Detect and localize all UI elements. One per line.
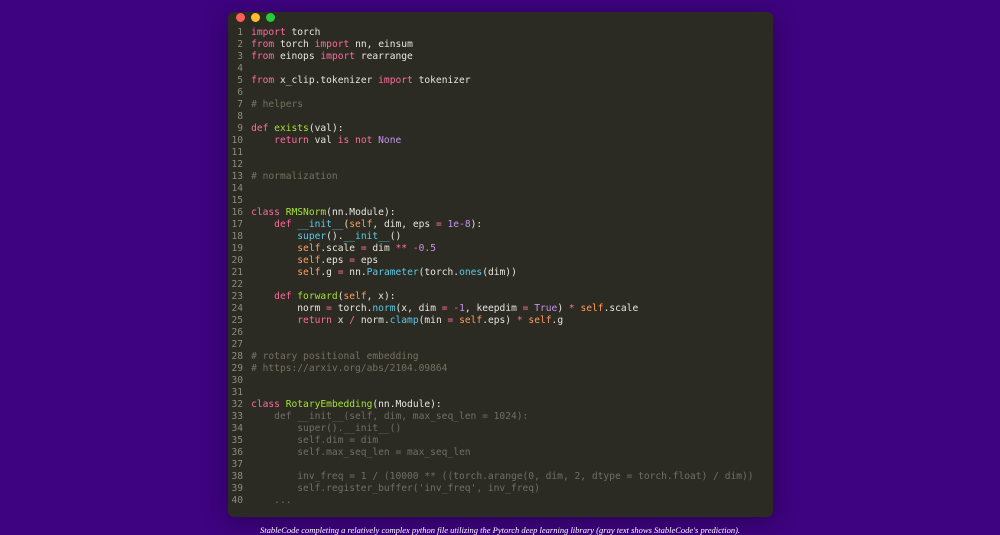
line-number: 29 [232, 363, 244, 375]
code-line [251, 63, 762, 75]
line-number: 21 [232, 267, 244, 279]
line-number: 31 [232, 387, 244, 399]
code-line: self.register_buffer('inv_freq', inv_fre… [251, 483, 762, 495]
line-number: 33 [232, 411, 244, 423]
code-line: from torch import nn, einsum [251, 39, 762, 51]
maximize-icon[interactable] [266, 13, 275, 22]
window-titlebar [228, 12, 773, 23]
line-number: 18 [232, 231, 244, 243]
code-line [251, 375, 762, 387]
line-number: 24 [232, 303, 244, 315]
line-number: 8 [232, 111, 244, 123]
line-number: 13 [232, 171, 244, 183]
line-number: 14 [232, 183, 244, 195]
line-number: 32 [232, 399, 244, 411]
line-number: 20 [232, 255, 244, 267]
code-line: super().__init__() [251, 423, 762, 435]
code-lines: import torchfrom torch import nn, einsum… [251, 27, 762, 507]
minimize-icon[interactable] [251, 13, 260, 22]
line-number: 38 [232, 471, 244, 483]
line-number: 11 [232, 147, 244, 159]
code-line [251, 87, 762, 99]
code-line: def forward(self, x): [251, 291, 762, 303]
code-line: ... [251, 495, 762, 507]
code-line [251, 387, 762, 399]
line-number: 23 [232, 291, 244, 303]
line-number: 1 [232, 27, 244, 39]
code-line: from x_clip.tokenizer import tokenizer [251, 75, 762, 87]
page-stage: 1234567891011121314151617181920212223242… [0, 0, 1000, 535]
line-number: 27 [232, 339, 244, 351]
code-line [251, 327, 762, 339]
line-number: 36 [232, 447, 244, 459]
line-number: 28 [232, 351, 244, 363]
line-number: 10 [232, 135, 244, 147]
line-number: 16 [232, 207, 244, 219]
line-number: 3 [232, 51, 244, 63]
code-line: # rotary positional embedding [251, 351, 762, 363]
code-line: self.max_seq_len = max_seq_len [251, 447, 762, 459]
code-line: from einops import rearrange [251, 51, 762, 63]
code-line: self.scale = dim ** -0.5 [251, 243, 762, 255]
line-number: 25 [232, 315, 244, 327]
line-number: 22 [232, 279, 244, 291]
line-number: 4 [232, 63, 244, 75]
line-number: 35 [232, 435, 244, 447]
line-number: 7 [232, 99, 244, 111]
line-number: 6 [232, 87, 244, 99]
code-line: self.eps = eps [251, 255, 762, 267]
code-line [251, 159, 762, 171]
code-line: super().__init__() [251, 231, 762, 243]
line-number: 40 [232, 495, 244, 507]
line-number-gutter: 1234567891011121314151617181920212223242… [232, 27, 252, 507]
code-line: norm = torch.norm(x, dim = -1, keepdim =… [251, 303, 762, 315]
line-number: 12 [232, 159, 244, 171]
line-number: 9 [232, 123, 244, 135]
code-line: self.dim = dim [251, 435, 762, 447]
line-number: 2 [232, 39, 244, 51]
line-number: 34 [232, 423, 244, 435]
code-line: class RotaryEmbedding(nn.Module): [251, 399, 762, 411]
code-line [251, 195, 762, 207]
code-area: 1234567891011121314151617181920212223242… [228, 23, 773, 517]
line-number: 5 [232, 75, 244, 87]
code-line: def __init__(self, dim, max_seq_len = 10… [251, 411, 762, 423]
code-line: return val is not None [251, 135, 762, 147]
code-line: self.g = nn.Parameter(torch.ones(dim)) [251, 267, 762, 279]
code-editor-window: 1234567891011121314151617181920212223242… [228, 12, 773, 517]
code-line [251, 339, 762, 351]
line-number: 39 [232, 483, 244, 495]
line-number: 37 [232, 459, 244, 471]
code-line: return x / norm.clamp(min = self.eps) * … [251, 315, 762, 327]
code-line: inv_freq = 1 / (10000 ** ((torch.arange(… [251, 471, 762, 483]
line-number: 19 [232, 243, 244, 255]
code-line: import torch [251, 27, 762, 39]
code-line: # normalization [251, 171, 762, 183]
code-line [251, 183, 762, 195]
figure-caption: StableCode completing a relatively compl… [260, 525, 740, 535]
line-number: 26 [232, 327, 244, 339]
code-line: # helpers [251, 99, 762, 111]
close-icon[interactable] [236, 13, 245, 22]
code-line [251, 147, 762, 159]
line-number: 17 [232, 219, 244, 231]
code-line: def __init__(self, dim, eps = 1e-8): [251, 219, 762, 231]
code-line [251, 111, 762, 123]
code-line: class RMSNorm(nn.Module): [251, 207, 762, 219]
line-number: 30 [232, 375, 244, 387]
code-line [251, 279, 762, 291]
code-line: # https://arxiv.org/abs/2104.09864 [251, 363, 762, 375]
code-line: def exists(val): [251, 123, 762, 135]
code-line [251, 459, 762, 471]
line-number: 15 [232, 195, 244, 207]
